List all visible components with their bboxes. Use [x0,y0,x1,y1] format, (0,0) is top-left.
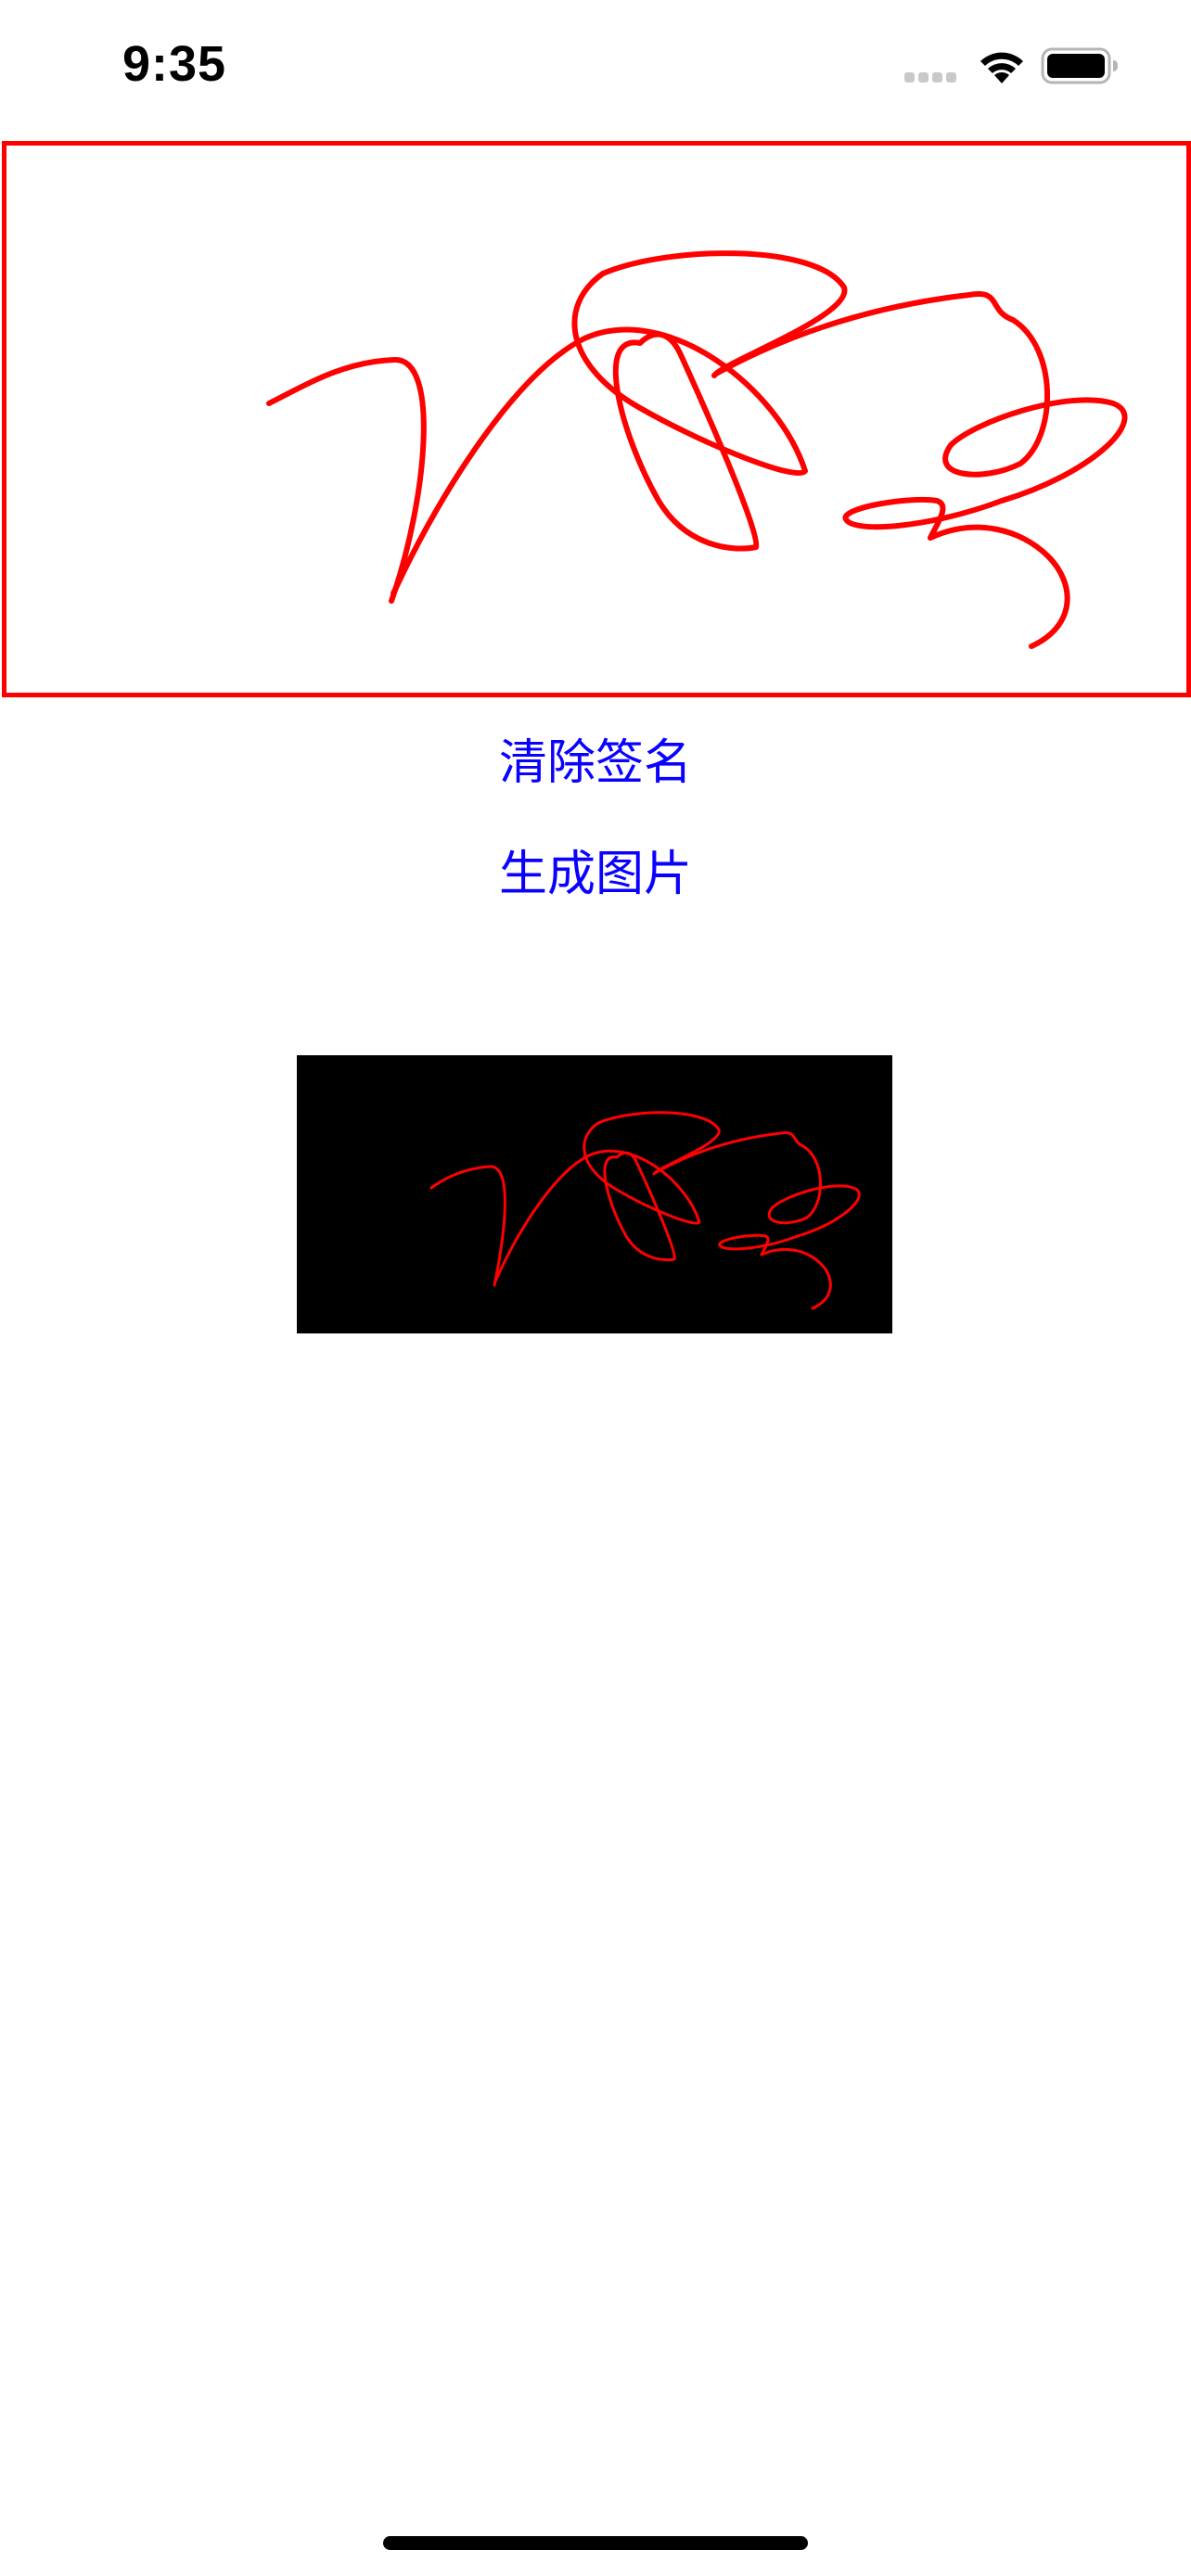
generated-signature-image [297,1055,892,1333]
generate-image-button[interactable]: 生成图片 [0,842,1191,907]
home-indicator[interactable] [383,2536,808,2550]
clear-signature-button[interactable]: 清除签名 [0,731,1191,796]
preview-signature-stroke [429,1111,861,1310]
signature-pad[interactable] [2,141,1191,697]
